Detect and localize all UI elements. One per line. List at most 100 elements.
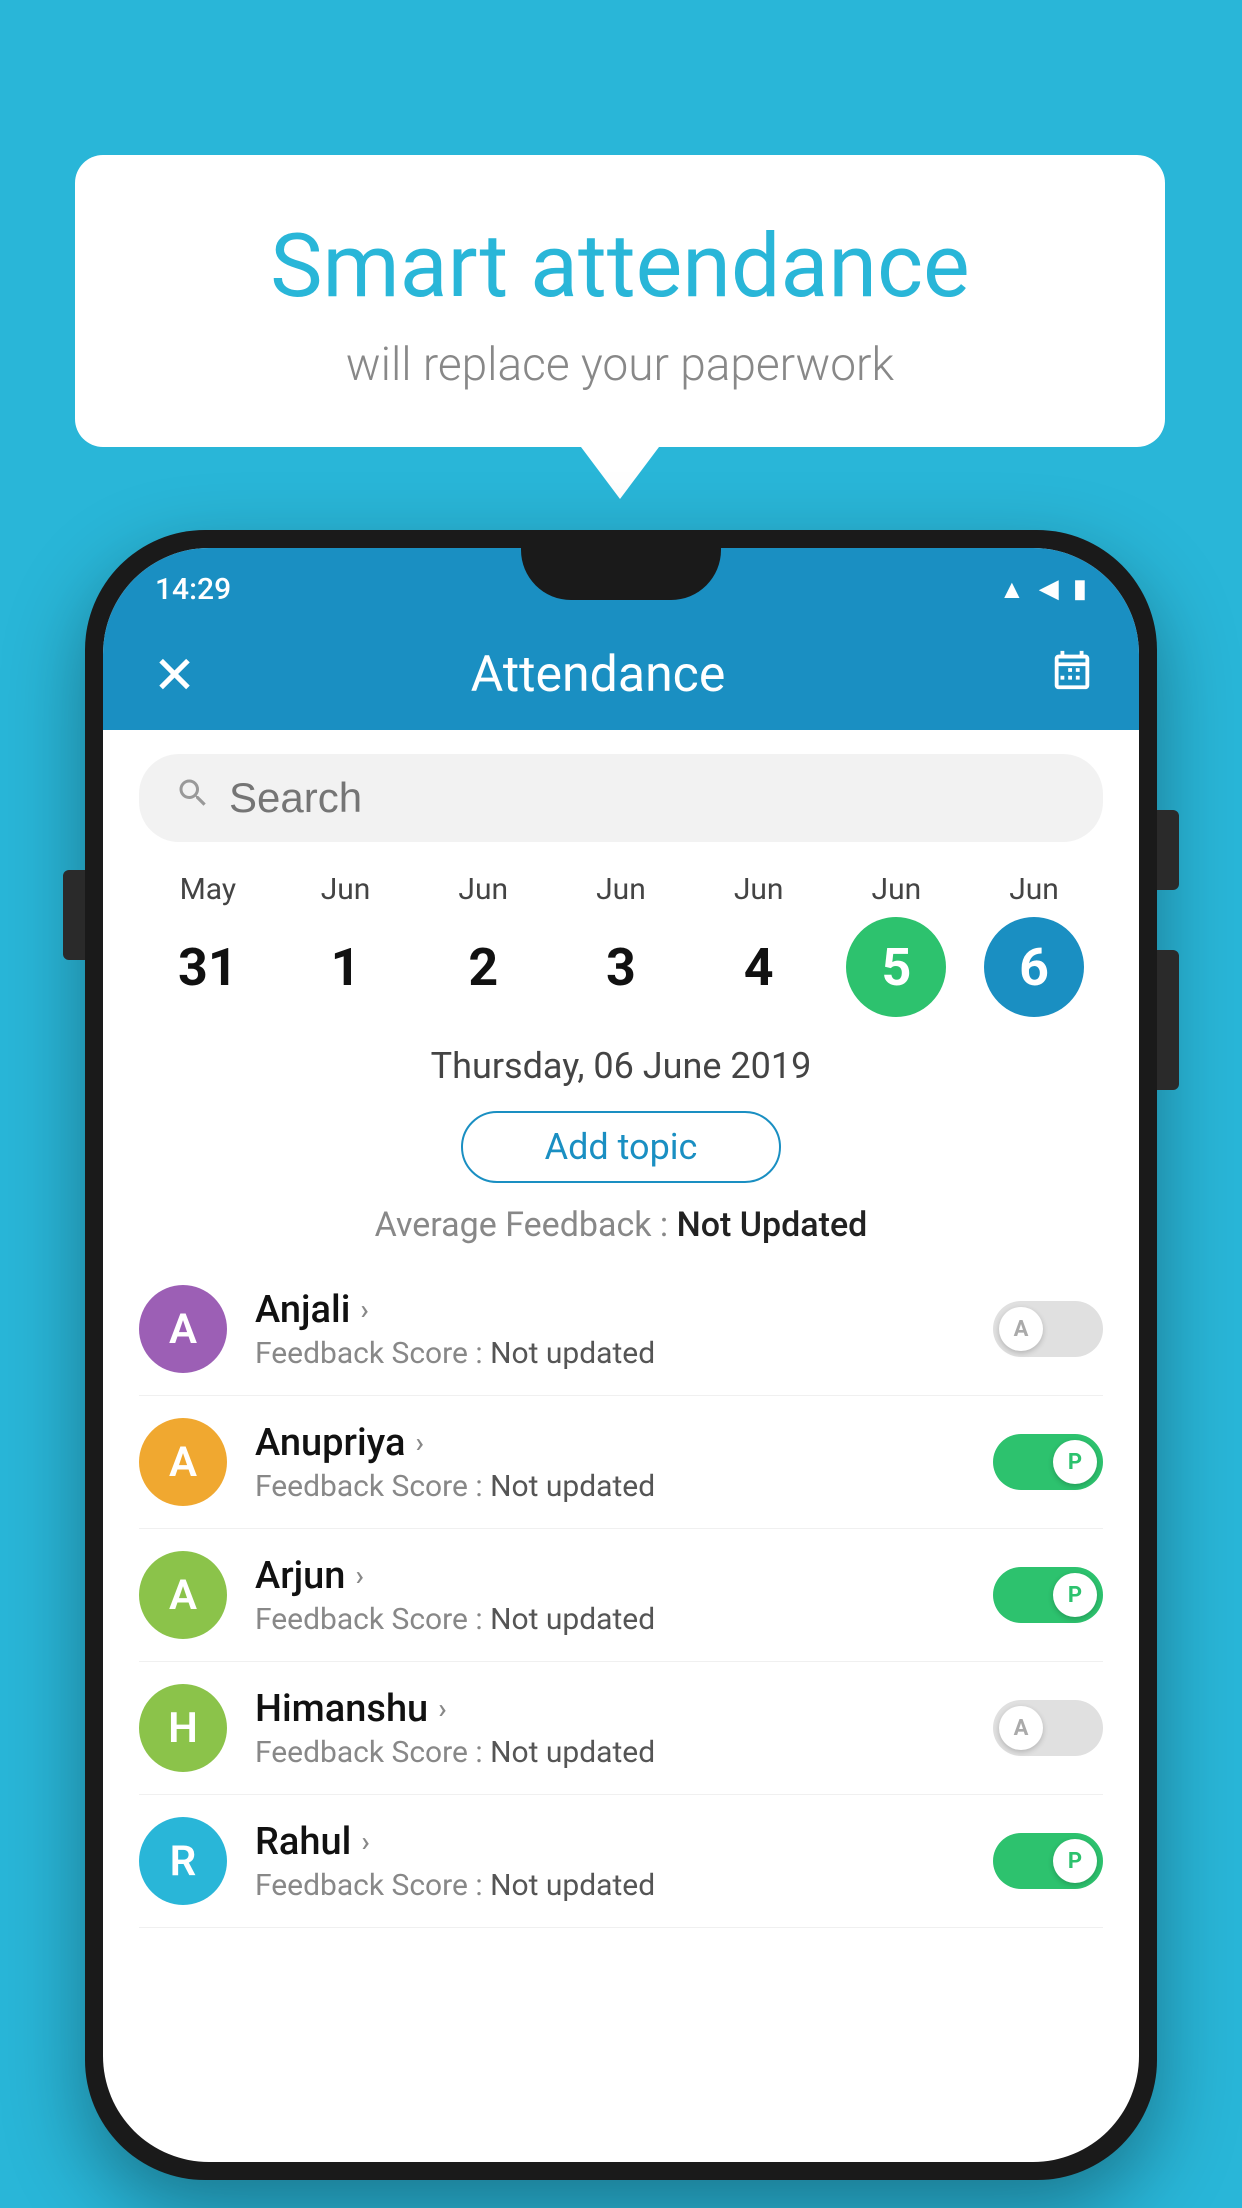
calendar-day[interactable]: Jun 4 bbox=[709, 872, 809, 1017]
student-avatar: A bbox=[139, 1285, 227, 1373]
chevron-icon: › bbox=[355, 1559, 363, 1592]
signal-icon: ◀ bbox=[1039, 574, 1059, 604]
day-month: May bbox=[180, 872, 236, 907]
calendar-day[interactable]: Jun 2 bbox=[433, 872, 533, 1017]
student-info: Anjali › Feedback Score : Not updated bbox=[255, 1288, 965, 1371]
attendance-toggle[interactable]: P bbox=[993, 1434, 1103, 1490]
speech-bubble-container: Smart attendance will replace your paper… bbox=[75, 155, 1165, 447]
toggle-thumb: P bbox=[1053, 1839, 1097, 1883]
day-month: Jun bbox=[596, 872, 646, 907]
student-feedback: Feedback Score : Not updated bbox=[255, 1602, 965, 1637]
calendar-strip: May 31 Jun 1 Jun 2 Jun 3 Jun 4 Jun 5 Jun 6 bbox=[103, 842, 1139, 1027]
student-avatar: A bbox=[139, 1551, 227, 1639]
toggle-thumb: A bbox=[999, 1706, 1043, 1750]
student-info: Himanshu › Feedback Score : Not updated bbox=[255, 1687, 965, 1770]
selected-date: Thursday, 06 June 2019 bbox=[103, 1027, 1139, 1097]
calendar-day[interactable]: Jun 6 bbox=[984, 872, 1084, 1017]
volume-button bbox=[63, 870, 85, 960]
day-month: Jun bbox=[458, 872, 508, 907]
calendar-day[interactable]: Jun 3 bbox=[571, 872, 671, 1017]
student-name: Anjali › bbox=[255, 1288, 965, 1332]
day-number: 1 bbox=[296, 917, 396, 1017]
day-month: Jun bbox=[321, 872, 371, 907]
day-month: Jun bbox=[1009, 872, 1059, 907]
chevron-icon: › bbox=[415, 1426, 423, 1459]
phone-frame: 14:29 ▲ ◀ ▮ ✕ Attendance bbox=[85, 530, 1157, 2180]
speech-bubble-title: Smart attendance bbox=[155, 215, 1085, 318]
feedback-value: Not updated bbox=[490, 1336, 655, 1371]
student-item[interactable]: H Himanshu › Feedback Score : Not updated A bbox=[139, 1662, 1103, 1795]
calendar-day[interactable]: May 31 bbox=[158, 872, 258, 1017]
student-feedback: Feedback Score : Not updated bbox=[255, 1469, 965, 1504]
chevron-icon: › bbox=[361, 1825, 369, 1858]
student-info: Arjun › Feedback Score : Not updated bbox=[255, 1554, 965, 1637]
student-name: Anupriya › bbox=[255, 1421, 965, 1465]
student-name: Arjun › bbox=[255, 1554, 965, 1598]
student-item[interactable]: A Arjun › Feedback Score : Not updated P bbox=[139, 1529, 1103, 1662]
speech-bubble: Smart attendance will replace your paper… bbox=[75, 155, 1165, 447]
toggle-container[interactable]: P bbox=[993, 1833, 1103, 1889]
student-list: AAnjali ›Feedback Score : Not updatedAAA… bbox=[103, 1263, 1139, 1928]
toggle-container[interactable]: P bbox=[993, 1567, 1103, 1623]
battery-icon: ▮ bbox=[1073, 574, 1087, 604]
chevron-icon: › bbox=[438, 1692, 446, 1725]
status-icons: ▲ ◀ ▮ bbox=[999, 574, 1087, 605]
header-title: Attendance bbox=[147, 646, 1049, 704]
phone-screen: 14:29 ▲ ◀ ▮ ✕ Attendance bbox=[103, 548, 1139, 2162]
student-item[interactable]: A Anupriya › Feedback Score : Not updated P bbox=[139, 1396, 1103, 1529]
attendance-toggle[interactable]: A bbox=[993, 1700, 1103, 1756]
wifi-icon: ▲ bbox=[999, 574, 1025, 605]
student-info: Anupriya › Feedback Score : Not updated bbox=[255, 1421, 965, 1504]
attendance-toggle[interactable]: A bbox=[993, 1301, 1103, 1357]
student-info: Rahul › Feedback Score : Not updated bbox=[255, 1820, 965, 1903]
student-name: Rahul › bbox=[255, 1820, 965, 1864]
feedback-value: Not updated bbox=[490, 1469, 655, 1504]
speech-bubble-subtitle: will replace your paperwork bbox=[155, 338, 1085, 392]
student-feedback: Feedback Score : Not updated bbox=[255, 1336, 965, 1371]
toggle-container[interactable]: A bbox=[993, 1700, 1103, 1756]
calendar-icon[interactable] bbox=[1049, 647, 1095, 704]
avg-feedback-label: Average Feedback : bbox=[375, 1205, 677, 1245]
chevron-icon: › bbox=[360, 1293, 368, 1326]
student-feedback: Feedback Score : Not updated bbox=[255, 1868, 965, 1903]
day-number: 3 bbox=[571, 917, 671, 1017]
day-number: 6 bbox=[984, 917, 1084, 1017]
toggle-thumb: P bbox=[1053, 1573, 1097, 1617]
app-header: ✕ Attendance bbox=[103, 620, 1139, 730]
status-time: 14:29 bbox=[155, 572, 231, 607]
day-month: Jun bbox=[734, 872, 784, 907]
feedback-value: Not updated bbox=[490, 1602, 655, 1637]
attendance-toggle[interactable]: P bbox=[993, 1833, 1103, 1889]
avg-feedback: Average Feedback : Not Updated bbox=[103, 1197, 1139, 1263]
attendance-toggle[interactable]: P bbox=[993, 1567, 1103, 1623]
volume-down-button bbox=[1157, 950, 1179, 1090]
student-avatar: H bbox=[139, 1684, 227, 1772]
avg-feedback-value: Not Updated bbox=[677, 1205, 868, 1245]
search-input[interactable] bbox=[229, 774, 1067, 822]
add-topic-button[interactable]: Add topic bbox=[461, 1111, 781, 1183]
feedback-value: Not updated bbox=[490, 1868, 655, 1903]
search-bar[interactable] bbox=[139, 754, 1103, 842]
feedback-value: Not updated bbox=[490, 1735, 655, 1770]
student-name: Himanshu › bbox=[255, 1687, 965, 1731]
toggle-thumb: A bbox=[999, 1307, 1043, 1351]
calendar-day[interactable]: Jun 1 bbox=[296, 872, 396, 1017]
search-icon bbox=[175, 775, 211, 821]
student-avatar: R bbox=[139, 1817, 227, 1905]
day-number: 2 bbox=[433, 917, 533, 1017]
day-month: Jun bbox=[872, 872, 922, 907]
student-feedback: Feedback Score : Not updated bbox=[255, 1735, 965, 1770]
day-number: 31 bbox=[158, 917, 258, 1017]
toggle-container[interactable]: A bbox=[993, 1301, 1103, 1357]
calendar-day[interactable]: Jun 5 bbox=[846, 872, 946, 1017]
phone-notch bbox=[521, 548, 721, 600]
add-topic-label: Add topic bbox=[545, 1126, 698, 1168]
student-avatar: A bbox=[139, 1418, 227, 1506]
day-number: 5 bbox=[846, 917, 946, 1017]
day-number: 4 bbox=[709, 917, 809, 1017]
student-item[interactable]: A Anjali › Feedback Score : Not updated A bbox=[139, 1263, 1103, 1396]
toggle-container[interactable]: P bbox=[993, 1434, 1103, 1490]
power-button bbox=[1157, 810, 1179, 890]
student-item[interactable]: R Rahul › Feedback Score : Not updated P bbox=[139, 1795, 1103, 1928]
toggle-thumb: P bbox=[1053, 1440, 1097, 1484]
